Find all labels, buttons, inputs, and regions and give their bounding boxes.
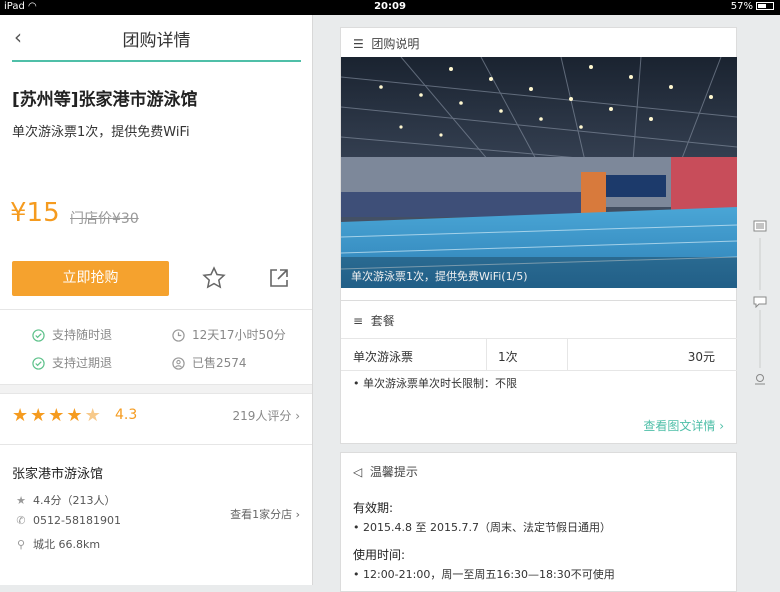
review-count[interactable]: 219人评分 › bbox=[232, 407, 300, 424]
list-icon: ≡ bbox=[353, 314, 364, 328]
chevron-right-icon: › bbox=[719, 419, 724, 433]
validity-period: • 2015.4.8 至 2015.7.7（周末、法定节假日通用） bbox=[353, 521, 611, 534]
nav-bar: ‹ 团购详情 bbox=[0, 15, 313, 62]
shop-phone[interactable]: ✆ 0512-58181901 bbox=[14, 514, 121, 527]
swimming-pool-image bbox=[341, 57, 737, 288]
feature-countdown: 12天17小时50分 bbox=[172, 326, 286, 343]
description-nav-icon[interactable] bbox=[753, 220, 767, 232]
package-table: 单次游泳票 1次 30元 bbox=[341, 338, 737, 371]
feature-sold-count: 已售2574 bbox=[172, 354, 247, 371]
pool-photo[interactable]: 单次游泳票1次，提供免费WiFi(1/5) bbox=[341, 57, 737, 288]
feature-refund-anytime: 支持随时退 bbox=[32, 326, 112, 343]
buy-now-button[interactable]: 立即抢购 bbox=[12, 261, 169, 296]
speaker-icon: ◁ bbox=[353, 465, 363, 479]
detail-panel: ☰ 团购说明 单次游泳票1次，提供免费WiFi(1/5) ≡ 套餐 单次游泳票 … bbox=[314, 15, 780, 592]
view-branches-link[interactable]: 查看1家分店 › bbox=[230, 506, 300, 522]
document-icon: ☰ bbox=[353, 37, 364, 51]
package-item-price: 30元 bbox=[687, 350, 715, 364]
shop-score: ★ 4.4分（213人） bbox=[14, 492, 115, 508]
deal-subtitle: 单次游泳票1次，提供免费WiFi bbox=[12, 125, 190, 140]
star-icon: ★ bbox=[12, 405, 31, 426]
shop-name[interactable]: 张家港市游泳馆 bbox=[12, 463, 103, 482]
divider bbox=[0, 309, 312, 310]
check-circle-icon bbox=[32, 357, 45, 370]
rating-stars: ★★★★★ bbox=[12, 405, 103, 426]
status-bar: iPad ◠ 20:09 57% bbox=[0, 0, 780, 15]
view-details-link[interactable]: 查看图文详情 › bbox=[643, 417, 724, 434]
feature-refund-expired: 支持过期退 bbox=[32, 354, 112, 371]
star-icon: ★ bbox=[16, 494, 26, 507]
phone-icon: ✆ bbox=[16, 514, 26, 527]
package-header: ≡ 套餐 bbox=[353, 314, 395, 328]
battery-icon bbox=[756, 2, 774, 10]
clock-icon bbox=[172, 329, 185, 342]
chevron-right-icon: › bbox=[295, 508, 300, 521]
star-icon: ★ bbox=[48, 405, 67, 426]
package-card: ≡ 套餐 单次游泳票 1次 30元 • 单次游泳票单次时长限制：不限 查看图文详… bbox=[340, 300, 737, 444]
package-item-name: 单次游泳票 bbox=[353, 350, 414, 364]
table-row: 单次游泳票 1次 30元 bbox=[341, 339, 737, 371]
tips-card: ◁ 温馨提示 有效期: • 2015.4.8 至 2015.7.7（周末、法定节… bbox=[340, 452, 737, 592]
shop-distance: ⚲ 城北 66.8km bbox=[14, 536, 100, 552]
share-icon[interactable] bbox=[268, 267, 290, 289]
clock: 20:09 bbox=[374, 1, 406, 12]
battery-status: 57% bbox=[731, 1, 774, 12]
star-icon: ★ bbox=[66, 405, 85, 426]
comment-nav-icon[interactable] bbox=[753, 296, 767, 308]
package-note: • 单次游泳票单次时长限制：不限 bbox=[353, 377, 517, 390]
deal-panel: ‹ 团购详情 [苏州等]张家港市游泳馆 单次游泳票1次，提供免费WiFi ¥15… bbox=[0, 15, 313, 585]
star-icon: ★ bbox=[30, 405, 49, 426]
location-nav-icon[interactable] bbox=[753, 372, 767, 386]
photo-caption: 单次游泳票1次，提供免费WiFi(1/5) bbox=[351, 270, 528, 283]
package-item-qty: 1次 bbox=[498, 350, 518, 364]
page-title: 团购详情 bbox=[122, 31, 191, 51]
rating-score: 4.3 bbox=[115, 407, 138, 423]
tips-header: ◁ 温馨提示 bbox=[353, 465, 418, 479]
user-circle-icon bbox=[172, 357, 185, 370]
location-pin-icon: ⚲ bbox=[16, 538, 26, 551]
nav-underline bbox=[12, 60, 301, 62]
hours-label: 使用时间: bbox=[353, 548, 406, 562]
description-header: ☰ 团购说明 bbox=[353, 37, 420, 51]
section-divider bbox=[0, 384, 312, 394]
half-star-icon: ★ bbox=[84, 405, 103, 426]
usage-hours: • 12:00-21:00，周一至周五16:30—18:30不可使用 bbox=[353, 568, 615, 581]
divider bbox=[0, 444, 312, 445]
description-card: ☰ 团购说明 单次游泳票1次，提供免费WiFi(1/5) bbox=[340, 27, 737, 307]
deal-title: [苏州等]张家港市游泳馆 bbox=[12, 90, 198, 110]
validity-label: 有效期: bbox=[353, 501, 394, 515]
favorite-star-icon[interactable] bbox=[202, 266, 226, 290]
section-scroll-nav bbox=[752, 220, 768, 390]
original-price: 门店价¥30 bbox=[70, 211, 139, 227]
deal-price: ¥15 bbox=[10, 198, 60, 228]
check-circle-icon bbox=[32, 329, 45, 342]
chevron-right-icon: › bbox=[295, 409, 300, 423]
